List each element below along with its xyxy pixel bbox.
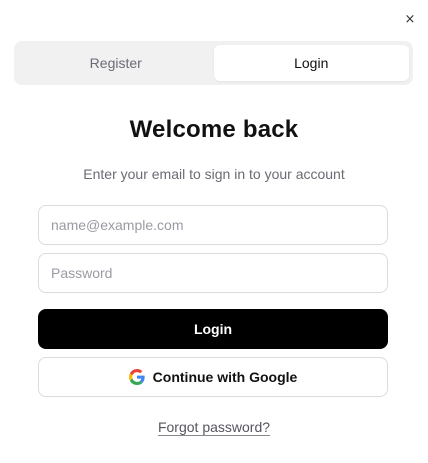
email-input[interactable] (38, 205, 388, 245)
auth-tabs: Register Login (14, 41, 413, 85)
password-input[interactable] (38, 253, 388, 293)
close-button[interactable]: × (402, 12, 418, 28)
google-login-label: Continue with Google (152, 369, 298, 385)
page-title: Welcome back (129, 116, 299, 143)
close-icon: × (404, 12, 416, 27)
tab-login[interactable]: Login (213, 45, 409, 81)
google-login-button[interactable]: Continue with Google (38, 357, 388, 397)
forgot-password-row: Forgot password? (0, 419, 428, 437)
page-subtitle: Enter your email to sign in to your acco… (83, 166, 345, 182)
tab-register[interactable]: Register (18, 45, 214, 81)
login-button[interactable]: Login (38, 309, 388, 349)
forgot-password-link[interactable]: Forgot password? (158, 419, 270, 435)
google-icon (128, 369, 145, 385)
